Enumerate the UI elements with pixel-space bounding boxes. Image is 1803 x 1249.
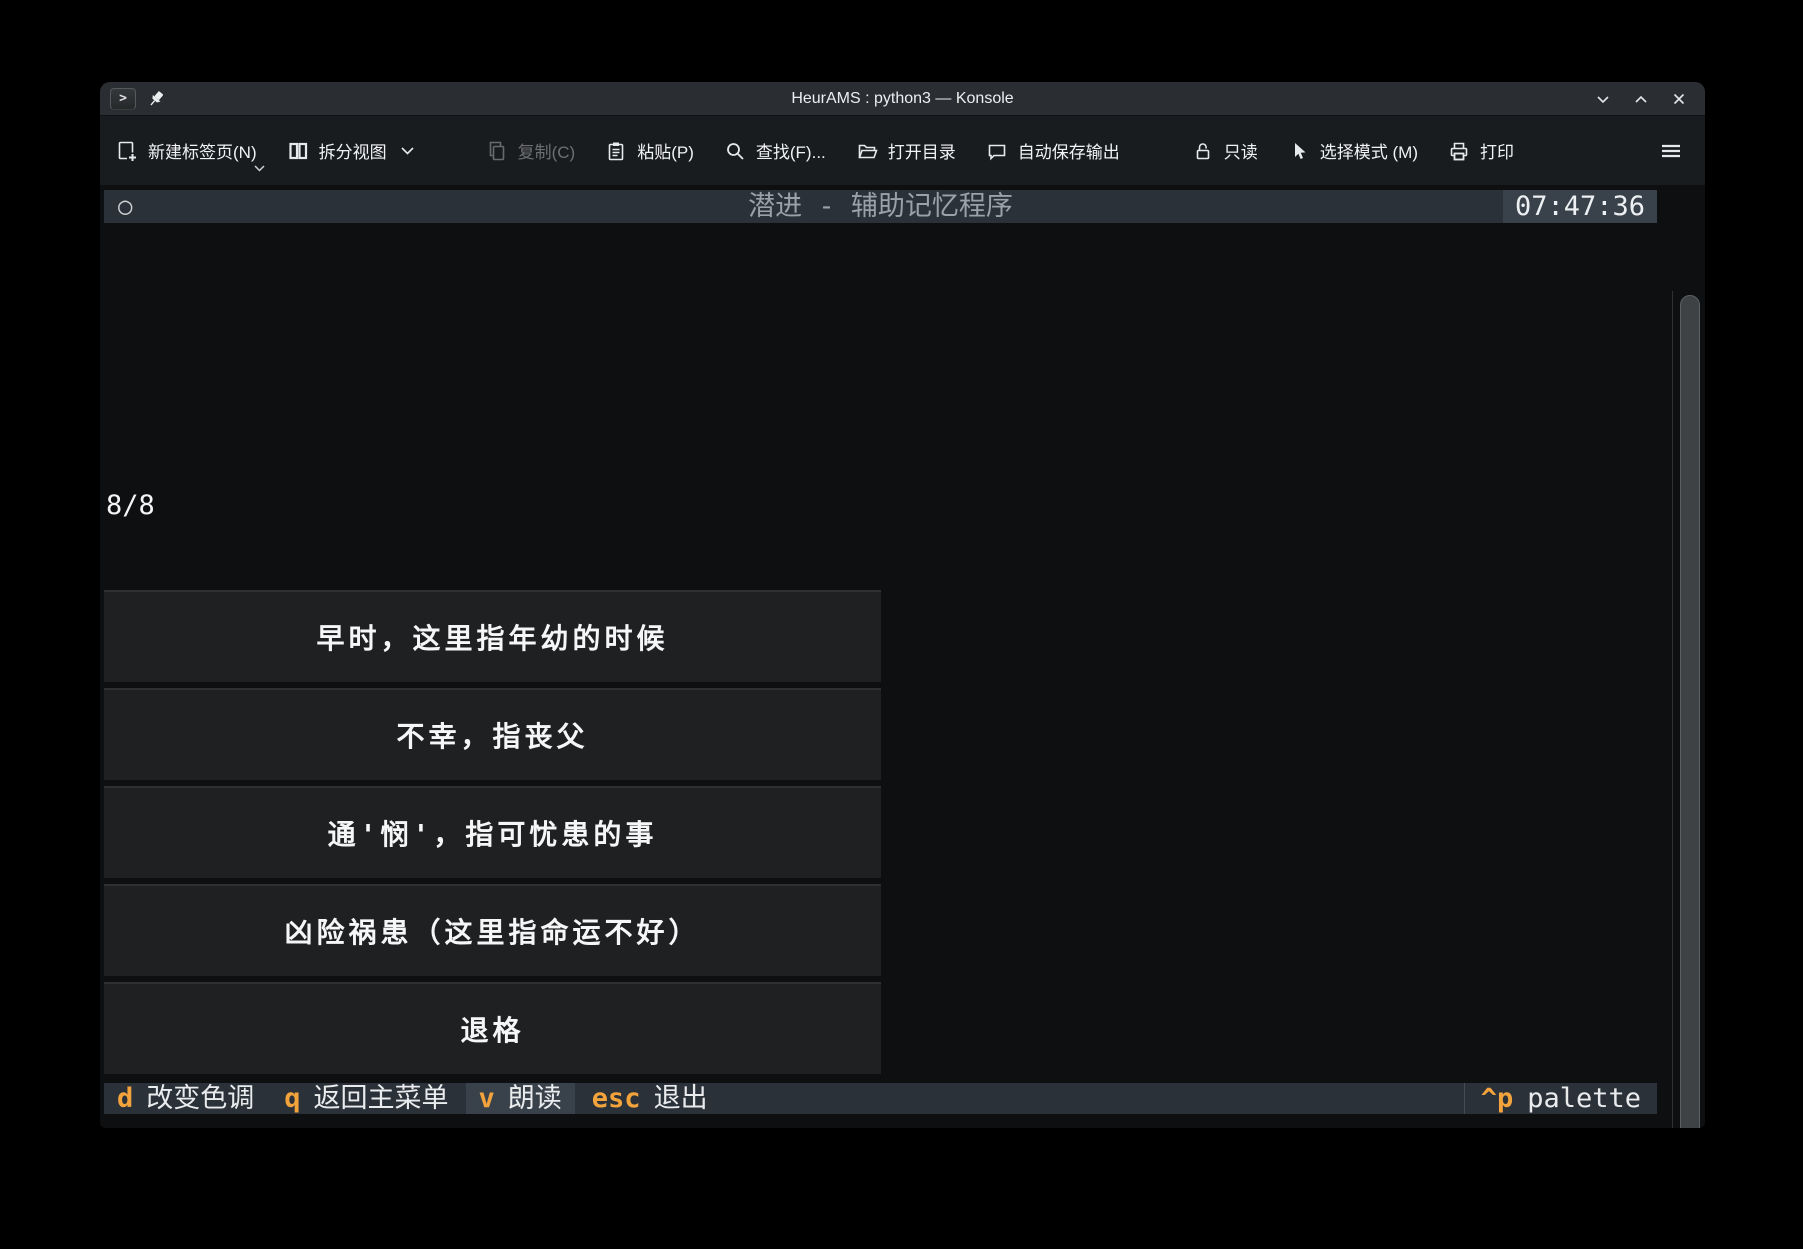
option-button-backspace[interactable]: 退格	[104, 982, 881, 1074]
app-title: 潜进 - 辅助记忆程序	[104, 190, 1657, 223]
option-label: 退格	[460, 1009, 524, 1049]
option-label: 不幸，指丧父	[396, 715, 588, 755]
find-button[interactable]: 查找(F)...	[724, 138, 826, 163]
paste-label: 粘贴(P)	[637, 138, 694, 163]
copy-icon	[486, 140, 508, 162]
key-badge: q	[284, 1083, 300, 1114]
answer-options: 早时，这里指年幼的时候 不幸，指丧父 通'悯'，指可忧患的事 凶险祸患（这里指命…	[104, 590, 881, 1074]
option-button-2[interactable]: 不幸，指丧父	[104, 688, 881, 780]
new-tab-icon	[116, 140, 138, 162]
find-label: 查找(F)...	[756, 138, 826, 163]
statusbar-palette[interactable]: ^p palette	[1464, 1083, 1657, 1114]
terminal-tab-icon[interactable]: >	[110, 88, 136, 110]
chevron-down-icon	[254, 165, 265, 172]
split-view-button[interactable]: 拆分视图	[287, 138, 414, 163]
copy-label: 复制(C)	[518, 138, 576, 163]
statusbar-hint-change-theme[interactable]: d 改变色调	[104, 1083, 267, 1114]
hamburger-icon	[1659, 140, 1683, 162]
key-badge: d	[117, 1083, 133, 1114]
hint-label: 朗读	[508, 1083, 562, 1114]
paste-button[interactable]: 粘贴(P)	[605, 138, 694, 163]
statusbar: d 改变色调 q 返回主菜单 v 朗读 esc 退出 ^p palette	[104, 1083, 1657, 1114]
copy-button[interactable]: 复制(C)	[486, 138, 576, 163]
read-only-button[interactable]: 只读	[1192, 138, 1258, 163]
scrollbar-track-border	[1672, 291, 1673, 1128]
hint-label: 改变色调	[146, 1083, 254, 1114]
lock-icon	[1192, 140, 1214, 162]
statusbar-hint-read-aloud[interactable]: v 朗读	[466, 1083, 575, 1114]
desktop-background: > HeurAMS : python3 — Konsole	[0, 0, 1803, 1249]
option-button-3[interactable]: 通'悯'，指可忧患的事	[104, 786, 881, 878]
konsole-window: > HeurAMS : python3 — Konsole	[100, 82, 1705, 1128]
hint-label: 退出	[654, 1083, 708, 1114]
clock: 07:47:36	[1503, 190, 1657, 223]
option-label: 凶险祸患（这里指命运不好）	[284, 911, 700, 951]
autosave-output-button[interactable]: 自动保存输出	[986, 138, 1120, 163]
app-header-bar: ○ 潜进 - 辅助记忆程序 07:47:36	[104, 190, 1657, 223]
progress-counter: 8/8	[106, 489, 473, 523]
chevron-down-icon	[401, 147, 414, 155]
spinner-icon: ○	[118, 190, 132, 223]
new-tab-button[interactable]: 新建标签页(N)	[116, 138, 257, 163]
maximize-button[interactable]	[1633, 91, 1649, 107]
cursor-arrow-icon	[1288, 140, 1310, 162]
key-badge: ^p	[1481, 1083, 1514, 1114]
folder-icon	[856, 140, 878, 162]
menu-button[interactable]	[1659, 140, 1683, 162]
option-button-4[interactable]: 凶险祸患（这里指命运不好）	[104, 884, 881, 976]
printer-icon	[1448, 140, 1470, 162]
toolbar: 新建标签页(N) 拆分视图 复制(C)	[100, 115, 1705, 185]
terminal-area[interactable]: ○ 潜进 - 辅助记忆程序 07:47:36 8/8 臣密言：臣以险衅，夙遭闵凶…	[100, 185, 1705, 1128]
key-badge: v	[479, 1083, 495, 1114]
select-mode-button[interactable]: 选择模式 (M)	[1288, 138, 1418, 163]
open-directory-label: 打开目录	[888, 138, 956, 163]
minimize-button[interactable]	[1595, 91, 1611, 107]
palette-label: palette	[1527, 1083, 1641, 1114]
search-icon	[724, 140, 746, 162]
statusbar-hint-main-menu[interactable]: q 返回主菜单	[271, 1083, 461, 1114]
option-label: 通'悯'，指可忧患的事	[328, 813, 658, 853]
read-only-label: 只读	[1224, 138, 1258, 163]
print-button[interactable]: 打印	[1448, 138, 1514, 163]
statusbar-hint-exit[interactable]: esc 退出	[579, 1083, 721, 1114]
titlebar[interactable]: > HeurAMS : python3 — Konsole	[100, 82, 1705, 115]
key-badge: esc	[592, 1083, 641, 1114]
select-mode-label: 选择模式 (M)	[1320, 138, 1418, 163]
scrollbar-thumb[interactable]	[1680, 295, 1700, 1128]
split-view-icon	[287, 140, 309, 162]
window-title: HeurAMS : python3 — Konsole	[100, 90, 1705, 108]
split-view-label: 拆分视图	[319, 138, 387, 163]
pin-icon[interactable]	[146, 89, 166, 109]
open-directory-button[interactable]: 打开目录	[856, 138, 956, 163]
option-label: 早时，这里指年幼的时候	[316, 617, 668, 657]
option-button-1[interactable]: 早时，这里指年幼的时候	[104, 590, 881, 682]
speech-bubble-icon	[986, 140, 1008, 162]
paste-icon	[605, 140, 627, 162]
autosave-output-label: 自动保存输出	[1018, 138, 1120, 163]
print-label: 打印	[1480, 138, 1514, 163]
new-tab-label: 新建标签页(N)	[148, 138, 257, 163]
hint-label: 返回主菜单	[314, 1083, 449, 1114]
close-button[interactable]	[1671, 91, 1687, 107]
